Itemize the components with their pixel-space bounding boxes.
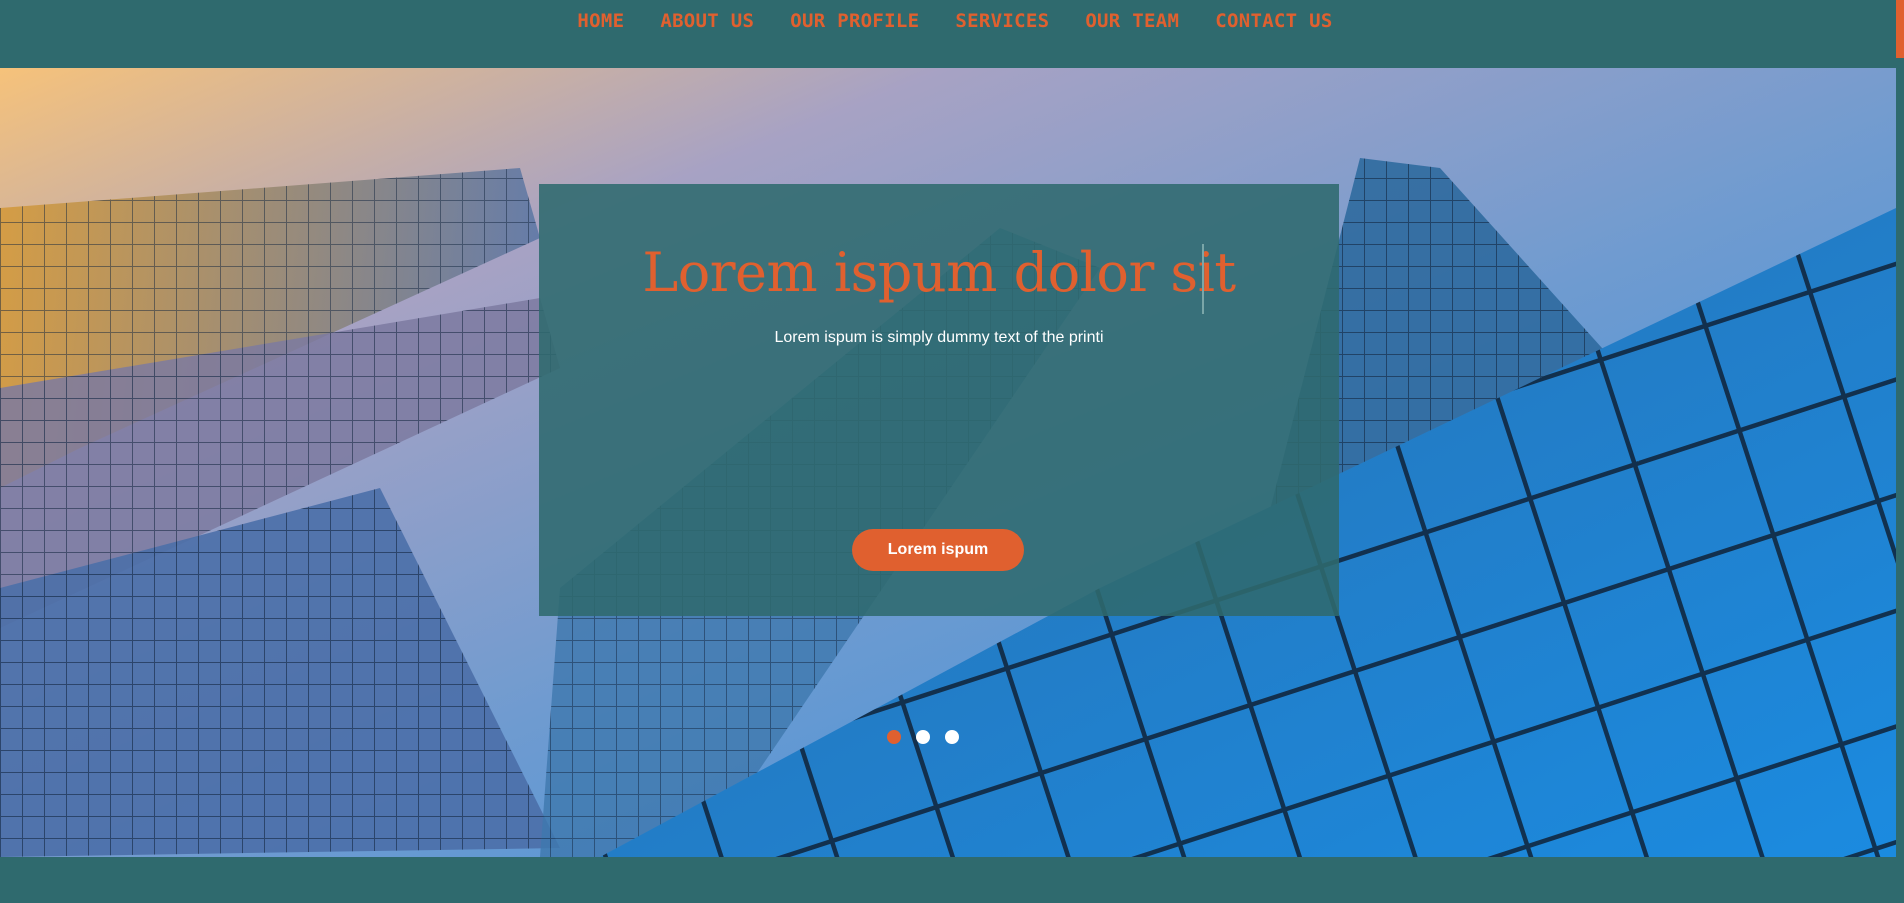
scrollbar-thumb[interactable] <box>1896 0 1904 58</box>
carousel-indicators <box>887 730 959 744</box>
nav-item-our-team[interactable]: OUR TEAM <box>1085 8 1179 34</box>
hero-carousel: Lorem ispum dolor sit Lorem ispum is sim… <box>0 68 1896 857</box>
carousel-dot-3[interactable] <box>945 730 959 744</box>
hero-cta-button[interactable]: Lorem ispum <box>852 529 1024 571</box>
nav-item-about-us[interactable]: ABOUT US <box>660 8 754 34</box>
nav-item-contact-us[interactable]: CONTACT US <box>1215 8 1332 34</box>
page-scrollbar[interactable] <box>1896 0 1904 903</box>
hero-title: Lorem ispum dolor sit <box>642 241 1236 304</box>
typing-cursor <box>1202 244 1204 314</box>
nav-menu: HOME ABOUT US OUR PROFILE SERVICES OUR T… <box>0 8 1896 34</box>
carousel-dot-2[interactable] <box>916 730 930 744</box>
nav-item-services[interactable]: SERVICES <box>955 8 1049 34</box>
top-navbar: HOME ABOUT US OUR PROFILE SERVICES OUR T… <box>0 0 1896 68</box>
nav-item-home[interactable]: HOME <box>577 8 624 34</box>
hero-subtitle: Lorem ispum is simply dummy text of the … <box>774 329 1104 346</box>
nav-item-our-profile[interactable]: OUR PROFILE <box>790 8 919 34</box>
hero-caption-box: Lorem ispum dolor sit Lorem ispum is sim… <box>539 184 1339 616</box>
carousel-dot-1[interactable] <box>887 730 901 744</box>
